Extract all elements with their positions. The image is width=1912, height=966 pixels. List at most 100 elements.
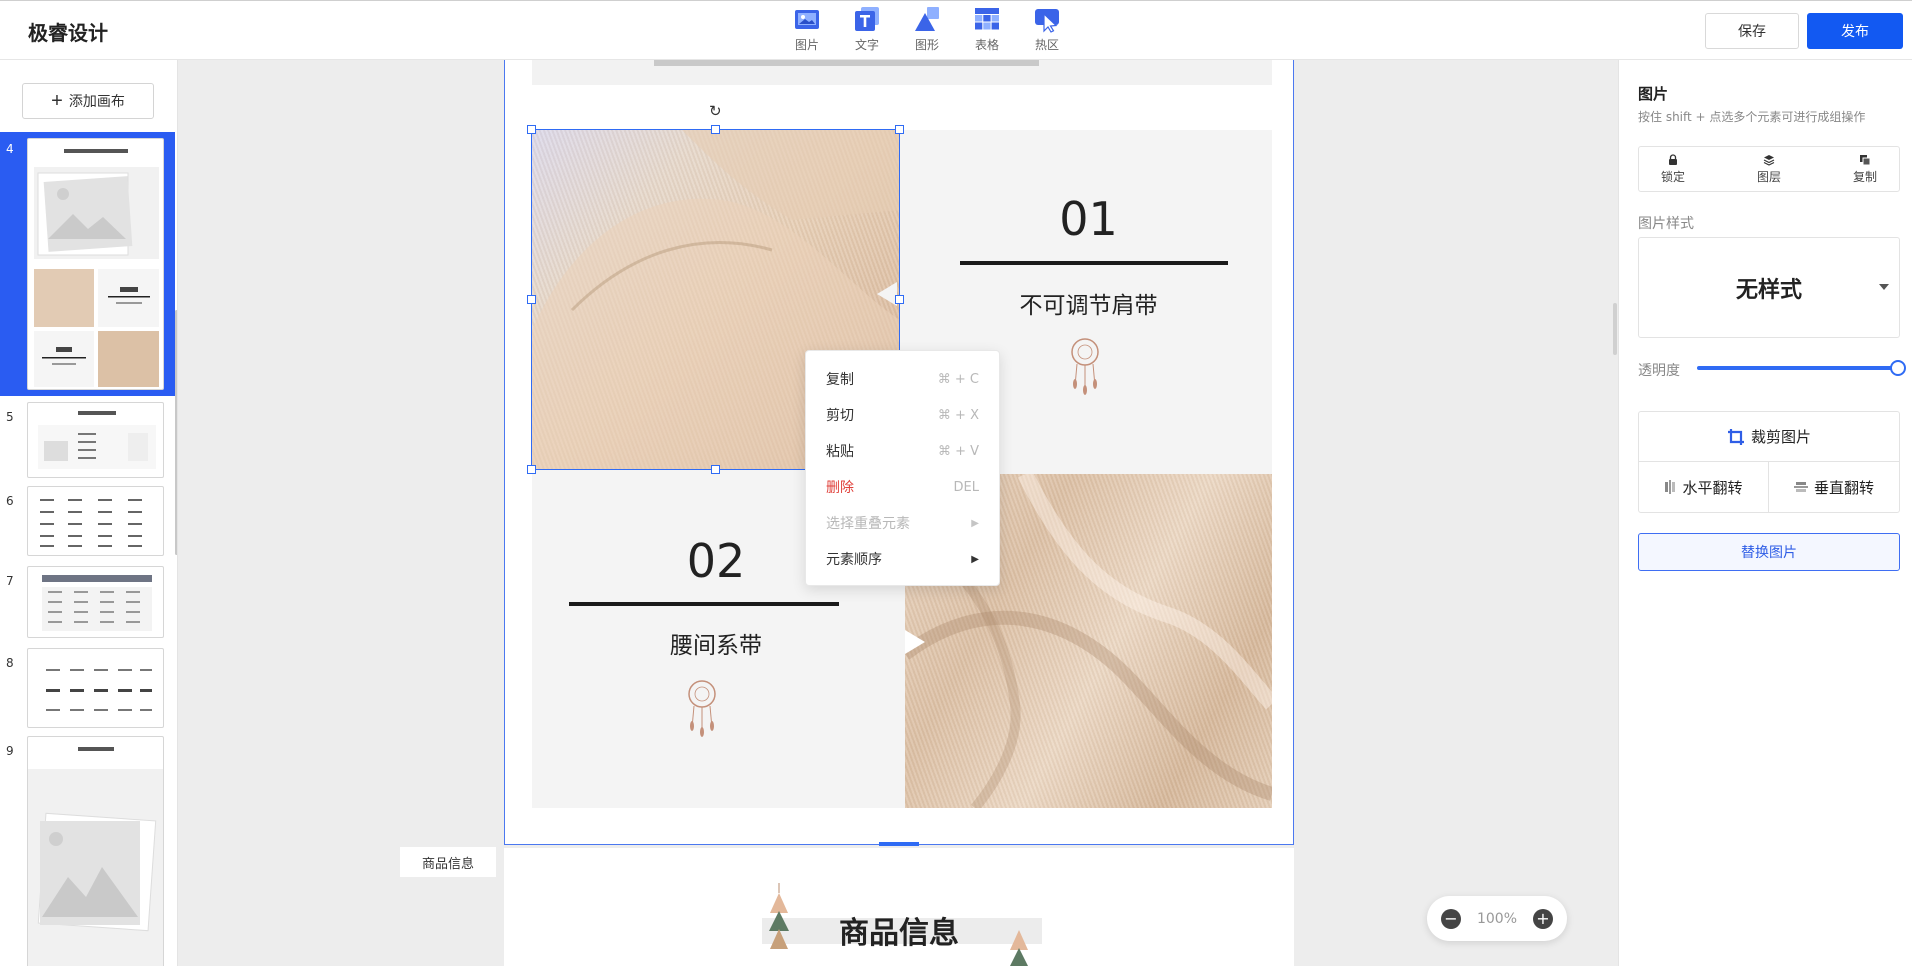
- menu-item-cut[interactable]: 剪切 ⌘ + X: [806, 397, 999, 433]
- menu-item-paste[interactable]: 粘贴 ⌘ + V: [806, 433, 999, 469]
- opacity-slider-knob[interactable]: [1890, 360, 1906, 376]
- menu-item-delete[interactable]: 删除 DEL: [806, 469, 999, 505]
- dreamcatcher-icon: [688, 680, 716, 737]
- panel-hint: 按住 shift + 点选多个元素可进行成组操作: [1638, 110, 1866, 124]
- top-bar: 极睿设计 图片 文字 图形 表格 热区 保存 发布: [0, 0, 1912, 60]
- add-canvas-button[interactable]: + 添加画布: [22, 83, 154, 119]
- resize-handle[interactable]: [895, 295, 904, 304]
- crop-image-button[interactable]: 裁剪图片: [1639, 412, 1899, 462]
- copy-icon: [1859, 154, 1871, 165]
- zoom-out-icon[interactable]: −: [1441, 908, 1461, 929]
- add-canvas-label: 添加画布: [68, 93, 125, 109]
- publish-button[interactable]: 发布: [1807, 13, 1903, 49]
- resize-handle[interactable]: [711, 125, 720, 134]
- canvas-thumbnail[interactable]: [27, 736, 164, 966]
- duplicate-label: 复制: [1852, 169, 1877, 184]
- section-tag[interactable]: 商品信息: [400, 847, 496, 877]
- image-icon: [795, 10, 819, 29]
- canvas-thumbnail[interactable]: [27, 138, 164, 390]
- zoom-in-icon[interactable]: +: [1533, 908, 1553, 929]
- image-style-value: 无样式: [1735, 277, 1802, 303]
- menu-item-label: 删除: [826, 480, 854, 496]
- image-edit-group: 裁剪图片 水平翻转 垂直翻转: [1638, 411, 1900, 513]
- table-icon: [975, 8, 999, 30]
- canvas-number: 5: [6, 410, 14, 424]
- section-divider-handle[interactable]: [879, 842, 919, 846]
- lock-button[interactable]: 锁定: [1661, 147, 1685, 191]
- menu-item-element-order[interactable]: 元素顺序 ▶: [806, 541, 999, 577]
- menu-item-label: 选择重叠元素: [826, 516, 910, 532]
- feature-divider: [960, 261, 1228, 265]
- image-style-label: 图片样式: [1638, 216, 1694, 232]
- dreamcatcher-icon: [1071, 338, 1099, 395]
- menu-item-label: 粘贴: [826, 444, 854, 460]
- lock-label: 锁定: [1661, 169, 1686, 184]
- canvas-thumbnail-row[interactable]: 6: [0, 484, 175, 560]
- flip-horizontal-button[interactable]: 水平翻转: [1639, 462, 1769, 512]
- image-style-select[interactable]: 无样式: [1638, 237, 1900, 338]
- product-info-section[interactable]: 商品信息: [504, 848, 1294, 966]
- thumbnail-preview: [42, 575, 152, 631]
- replace-image-button[interactable]: 替换图片: [1638, 533, 1900, 571]
- resize-handle[interactable]: [527, 465, 536, 474]
- menu-item-label: 元素顺序: [826, 552, 882, 568]
- hotspot-icon: [1035, 9, 1059, 33]
- chevron-down-icon: [1879, 284, 1889, 290]
- opacity-slider[interactable]: [1697, 360, 1906, 376]
- tool-text[interactable]: 文字: [848, 5, 886, 53]
- tool-hotspot[interactable]: 热区: [1028, 5, 1066, 53]
- canvas-thumbnail[interactable]: [27, 402, 164, 478]
- tool-table[interactable]: 表格: [968, 5, 1006, 53]
- canvas-number: 6: [6, 494, 14, 508]
- resize-handle[interactable]: [527, 295, 536, 304]
- canvas-number: 7: [6, 574, 14, 588]
- app-title: 极睿设计: [28, 21, 108, 45]
- menu-item-select-overlapping[interactable]: 选择重叠元素 ▶: [806, 505, 999, 541]
- opacity-label: 透明度: [1638, 363, 1680, 379]
- menu-item-shortcut: DEL: [953, 479, 979, 495]
- submenu-arrow-icon: ▶: [971, 553, 979, 565]
- flip-vertical-button[interactable]: 垂直翻转: [1769, 462, 1899, 512]
- tool-table-label: 表格: [974, 38, 999, 52]
- insert-toolbar: 图片 文字 图形 表格 热区: [788, 5, 1066, 53]
- feature-title: 不可调节肩带: [1019, 293, 1158, 319]
- save-button[interactable]: 保存: [1705, 13, 1799, 49]
- canvas-number: 4: [6, 142, 14, 156]
- canvas-thumbnail[interactable]: [27, 566, 164, 638]
- element-actions: 锁定 图层 复制: [1638, 146, 1900, 192]
- canvas-thumbnail-row[interactable]: 9: [0, 734, 175, 966]
- crop-icon: [1727, 428, 1744, 445]
- thumbnail-preview: [40, 499, 142, 547]
- rotate-handle-icon[interactable]: ↻: [709, 102, 722, 120]
- tool-image-label: 图片: [794, 38, 819, 52]
- menu-item-label: 复制: [826, 372, 854, 388]
- layers-button[interactable]: 图层: [1757, 147, 1781, 191]
- menu-item-copy[interactable]: 复制 ⌘ + C: [806, 361, 999, 397]
- duplicate-button[interactable]: 复制: [1853, 147, 1877, 191]
- layers-label: 图层: [1756, 169, 1781, 184]
- feature-title: 腰间系带: [670, 633, 762, 659]
- left-scrollbar[interactable]: [175, 310, 177, 555]
- tool-image[interactable]: 图片: [788, 5, 826, 53]
- resize-handle[interactable]: [711, 465, 720, 474]
- flip-horizontal-icon: [1665, 480, 1676, 494]
- canvas-thumbnail[interactable]: [27, 648, 164, 728]
- flip-vertical-label: 垂直翻转: [1813, 478, 1874, 497]
- canvas-thumbnail[interactable]: [27, 486, 164, 556]
- flip-horizontal-label: 水平翻转: [1682, 478, 1743, 497]
- canvas-thumbnail-row[interactable]: 7: [0, 564, 175, 642]
- tool-text-label: 文字: [854, 38, 879, 52]
- menu-item-shortcut: ⌘ + V: [937, 443, 979, 459]
- crop-label: 裁剪图片: [1750, 428, 1811, 446]
- thumbnail-preview: [34, 149, 159, 387]
- canvas-thumbnail-row[interactable]: 8: [0, 646, 175, 730]
- canvas-thumbnail-row[interactable]: 4: [0, 132, 175, 396]
- tool-shape[interactable]: 图形: [908, 5, 946, 53]
- canvas-list-panel: + 添加画布 4 5 6 7 8 9: [0, 60, 178, 966]
- canvas-thumbnail-row[interactable]: 5: [0, 400, 175, 480]
- feature-divider: [569, 602, 839, 606]
- submenu-arrow-icon: ▶: [971, 517, 979, 529]
- resize-handle[interactable]: [527, 125, 536, 134]
- panel-resize-handle[interactable]: [1613, 303, 1617, 355]
- resize-handle[interactable]: [895, 125, 904, 134]
